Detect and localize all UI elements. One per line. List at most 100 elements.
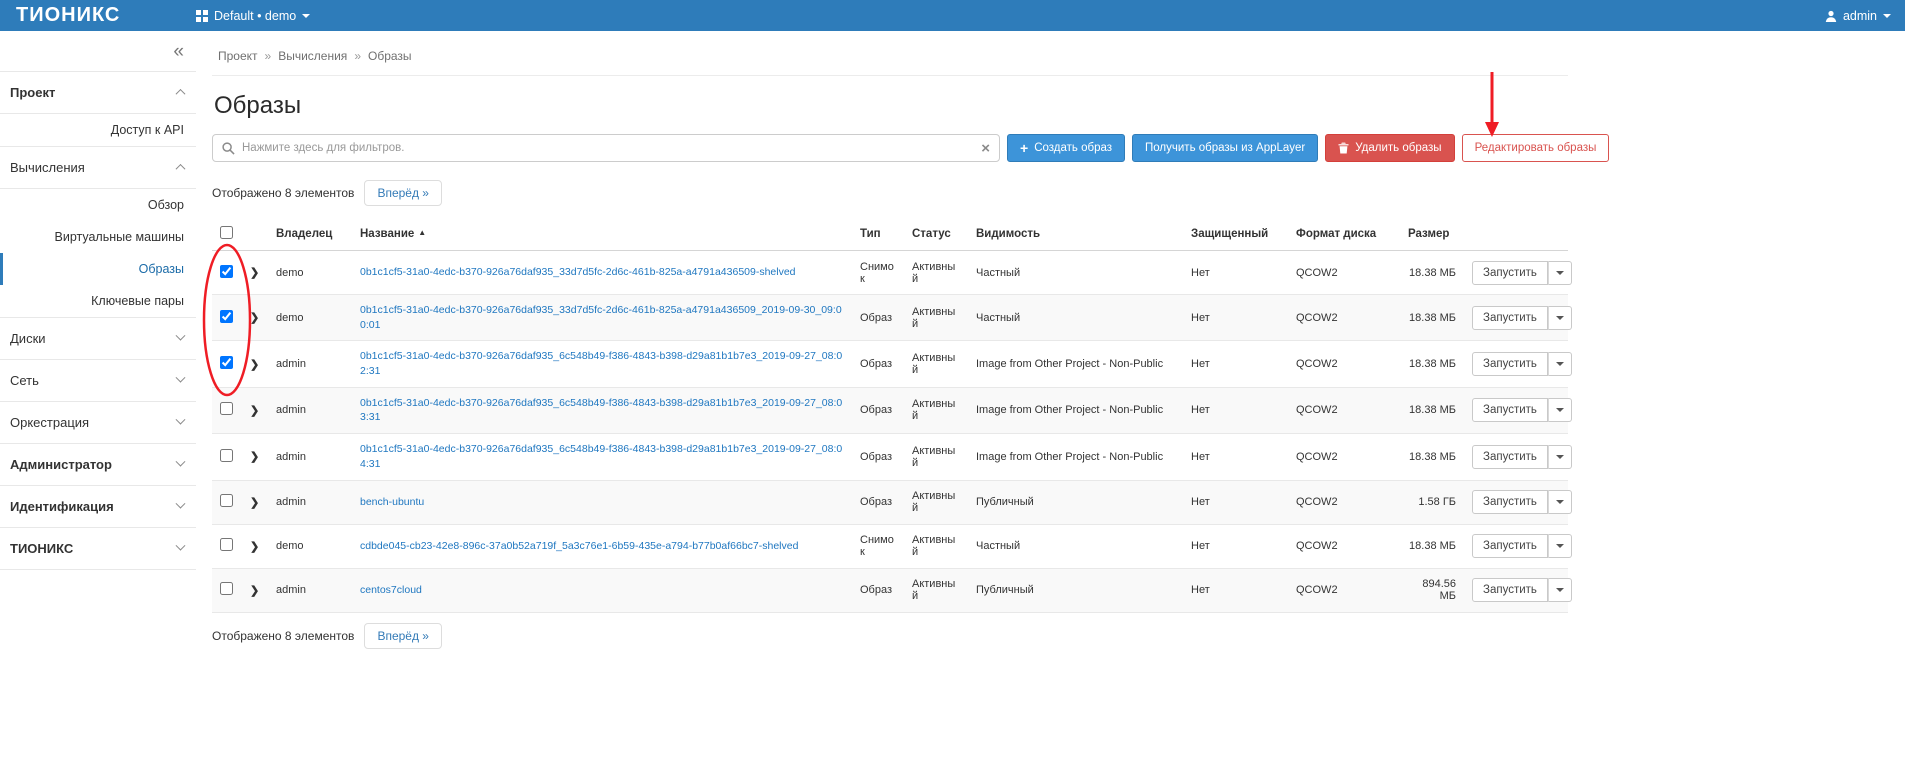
cell-type: Образ	[852, 434, 904, 480]
row-checkbox[interactable]	[220, 265, 233, 278]
sidebar-item-instances[interactable]: Виртуальные машины	[0, 221, 196, 253]
breadcrumb-item[interactable]: Вычисления	[278, 49, 347, 63]
row-checkbox[interactable]	[220, 402, 233, 415]
toolbar: × + Создать образ Получить образы из App…	[212, 134, 1568, 162]
sidebar-item-keypairs[interactable]: Ключевые пары	[0, 285, 196, 317]
row-checkbox[interactable]	[220, 310, 233, 323]
row-checkbox[interactable]	[220, 538, 233, 551]
sidebar-nav: ПроектДоступ к APIВычисленияОбзорВиртуал…	[0, 72, 196, 570]
table-row: ❯demo0b1c1cf5-31a0-4edc-b370-926a76daf93…	[212, 251, 1568, 295]
image-name-link[interactable]: bench-ubuntu	[360, 496, 424, 508]
image-name-link[interactable]: centos7cloud	[360, 584, 422, 596]
launch-button[interactable]: Запустить	[1472, 398, 1548, 422]
cell-actions: Запустить	[1464, 295, 1568, 341]
cell-select	[212, 524, 242, 568]
sidebar-item-tionix[interactable]: ТИОНИКС	[0, 528, 196, 570]
expand-row-icon[interactable]: ❯	[250, 312, 259, 324]
row-actions-dropdown-button[interactable]	[1548, 352, 1572, 376]
image-name-link[interactable]: 0b1c1cf5-31a0-4edc-b370-926a76daf935_33d…	[360, 266, 796, 278]
breadcrumb-item[interactable]: Образы	[368, 49, 412, 63]
image-name-link[interactable]: 0b1c1cf5-31a0-4edc-b370-926a76daf935_6c5…	[360, 397, 842, 424]
sidebar-item-overview[interactable]: Обзор	[0, 189, 196, 221]
cell-expand: ❯	[242, 387, 268, 433]
sidebar-item-images[interactable]: Образы	[0, 253, 196, 285]
cell-format: QCOW2	[1288, 480, 1400, 524]
row-actions-dropdown-button[interactable]	[1548, 490, 1572, 514]
col-status-header[interactable]: Статус	[904, 218, 968, 251]
launch-button[interactable]: Запустить	[1472, 490, 1548, 514]
pagination-top: Отображено 8 элементов Вперёд »	[212, 180, 1568, 206]
cell-select	[212, 387, 242, 433]
chevron-down-icon	[1556, 500, 1564, 504]
row-actions-dropdown-button[interactable]	[1548, 534, 1572, 558]
sidebar-item-compute[interactable]: Вычисления	[0, 146, 196, 189]
row-checkbox[interactable]	[220, 356, 233, 369]
launch-button[interactable]: Запустить	[1472, 578, 1548, 602]
expand-row-icon[interactable]: ❯	[250, 497, 259, 509]
cell-visibility: Частный	[968, 295, 1183, 341]
table-row: ❯admin0b1c1cf5-31a0-4edc-b370-926a76daf9…	[212, 434, 1568, 480]
table-row: ❯admin0b1c1cf5-31a0-4edc-b370-926a76daf9…	[212, 341, 1568, 387]
col-owner-header[interactable]: Владелец	[268, 218, 352, 251]
expand-row-icon[interactable]: ❯	[250, 267, 259, 279]
row-actions-dropdown-button[interactable]	[1548, 578, 1572, 602]
next-page-button[interactable]: Вперёд »	[364, 180, 442, 206]
image-name-link[interactable]: 0b1c1cf5-31a0-4edc-b370-926a76daf935_6c5…	[360, 350, 842, 377]
expand-row-icon[interactable]: ❯	[250, 585, 259, 597]
sidebar-item-project[interactable]: Проект	[0, 72, 196, 114]
expand-row-icon[interactable]: ❯	[250, 541, 259, 553]
row-actions-dropdown-button[interactable]	[1548, 398, 1572, 422]
expand-row-icon[interactable]: ❯	[250, 405, 259, 417]
user-menu[interactable]: admin	[1825, 9, 1905, 23]
col-name-header[interactable]: Название▲	[352, 218, 852, 251]
filter-input[interactable]	[242, 142, 974, 154]
cell-status: Активный	[904, 387, 968, 433]
launch-button[interactable]: Запустить	[1472, 261, 1548, 285]
row-checkbox[interactable]	[220, 582, 233, 595]
chevron-down-icon	[176, 541, 186, 551]
sidebar-collapse-button[interactable]: «	[173, 42, 184, 61]
col-actions-header	[1464, 218, 1568, 251]
row-actions-dropdown-button[interactable]	[1548, 306, 1572, 330]
delete-images-button[interactable]: Удалить образы	[1325, 134, 1454, 162]
sidebar-item-volumes[interactable]: Диски	[0, 317, 196, 360]
col-protected-header[interactable]: Защищенный	[1183, 218, 1288, 251]
image-name-link[interactable]: 0b1c1cf5-31a0-4edc-b370-926a76daf935_6c5…	[360, 443, 842, 470]
select-all-checkbox[interactable]	[220, 226, 233, 239]
launch-button[interactable]: Запустить	[1472, 306, 1548, 330]
sidebar-item-identity[interactable]: Идентификация	[0, 486, 196, 528]
create-image-button[interactable]: + Создать образ	[1007, 134, 1125, 162]
row-checkbox[interactable]	[220, 494, 233, 507]
cell-visibility: Публичный	[968, 568, 1183, 612]
col-size-header[interactable]: Размер	[1400, 218, 1464, 251]
col-type-header[interactable]: Тип	[852, 218, 904, 251]
launch-button[interactable]: Запустить	[1472, 445, 1548, 469]
clear-filter-icon[interactable]: ×	[981, 141, 990, 156]
row-actions-dropdown-button[interactable]	[1548, 261, 1572, 285]
col-format-header[interactable]: Формат диска	[1288, 218, 1400, 251]
project-switcher[interactable]: Default • demo	[196, 9, 310, 23]
brand-logo[interactable]: ТИОНИКС	[0, 4, 196, 27]
next-page-button[interactable]: Вперёд »	[364, 623, 442, 649]
chevron-down-icon	[1556, 544, 1564, 548]
chevron-down-icon	[1556, 316, 1564, 320]
image-name-link[interactable]: cdbde045-cb23-42e8-896c-37a0b52a719f_5a3…	[360, 540, 798, 552]
sidebar-item-orchestration[interactable]: Оркестрация	[0, 402, 196, 444]
row-actions-dropdown-button[interactable]	[1548, 445, 1572, 469]
edit-images-button[interactable]: Редактировать образы	[1462, 134, 1610, 162]
cell-size: 18.38 МБ	[1400, 251, 1464, 295]
sidebar-item-network[interactable]: Сеть	[0, 360, 196, 402]
user-label: admin	[1843, 9, 1877, 23]
launch-button[interactable]: Запустить	[1472, 534, 1548, 558]
sidebar-item-api-access[interactable]: Доступ к API	[0, 114, 196, 146]
col-visibility-header[interactable]: Видимость	[968, 218, 1183, 251]
expand-row-icon[interactable]: ❯	[250, 451, 259, 463]
items-count: Отображено 8 элементов	[212, 629, 354, 643]
row-checkbox[interactable]	[220, 449, 233, 462]
expand-row-icon[interactable]: ❯	[250, 359, 259, 371]
image-name-link[interactable]: 0b1c1cf5-31a0-4edc-b370-926a76daf935_33d…	[360, 304, 842, 331]
breadcrumb-item[interactable]: Проект	[218, 49, 258, 63]
sidebar-item-admin[interactable]: Администратор	[0, 444, 196, 486]
get-applayer-images-button[interactable]: Получить образы из AppLayer	[1132, 134, 1318, 162]
launch-button[interactable]: Запустить	[1472, 352, 1548, 376]
